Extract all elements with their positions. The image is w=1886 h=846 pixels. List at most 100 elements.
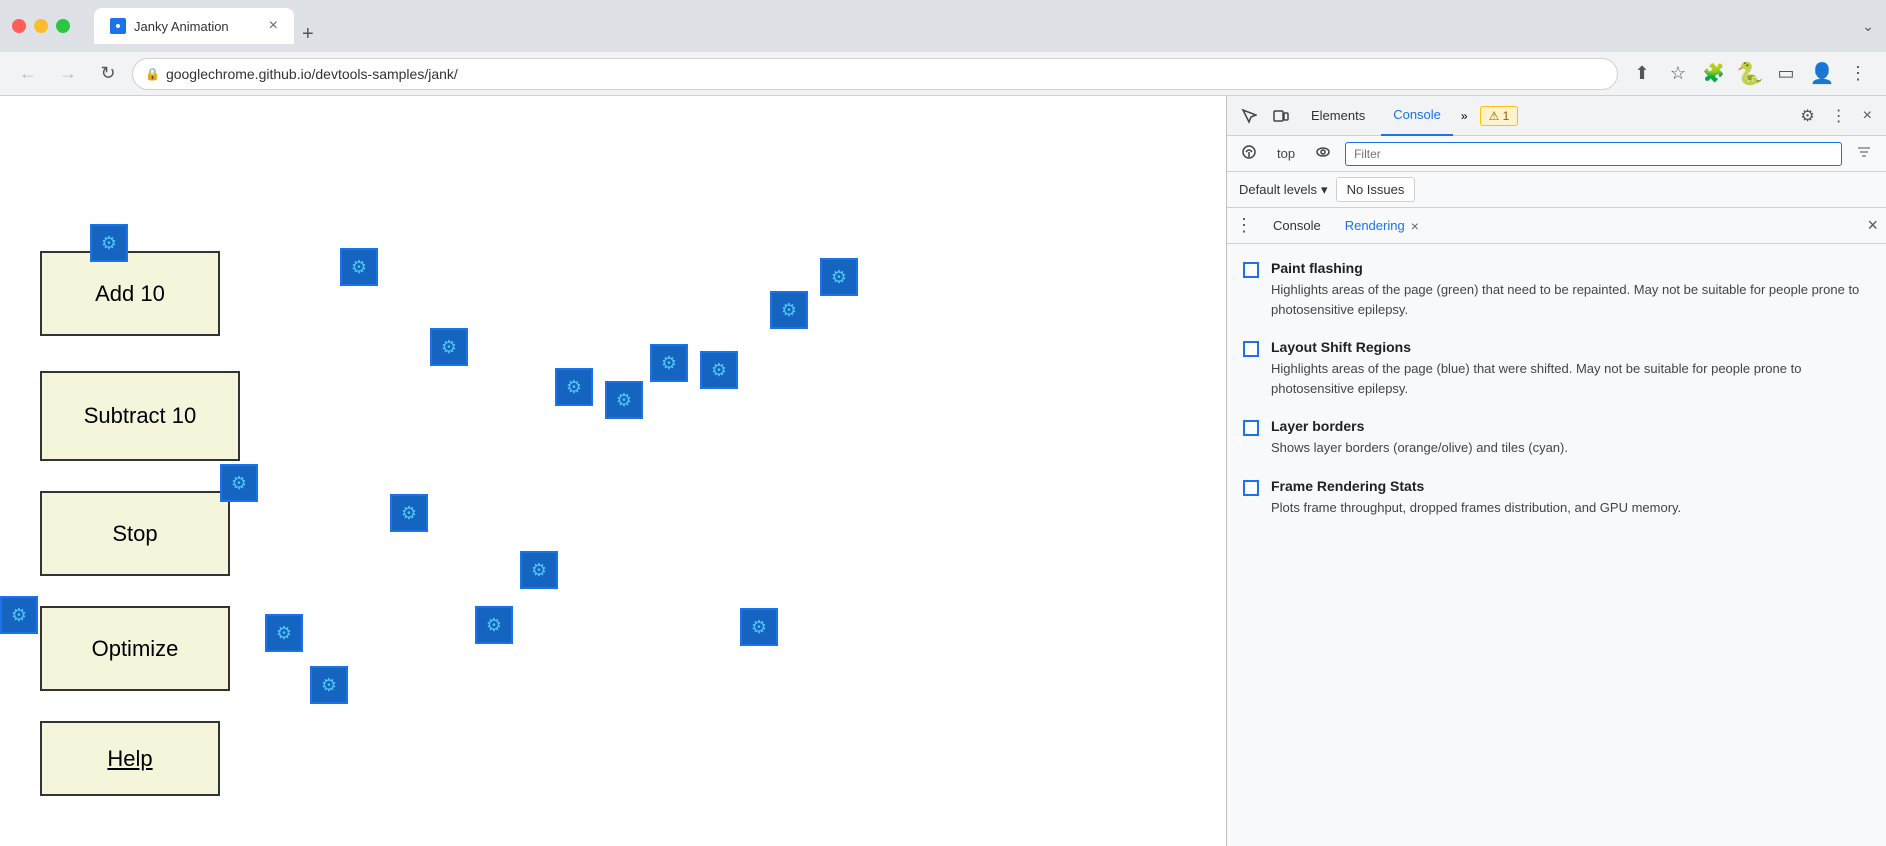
tab-rendering[interactable]: Rendering × (1333, 208, 1431, 244)
animated-box (265, 614, 303, 652)
main-area: Add 10 Subtract 10 Stop Optimize Help (0, 96, 1886, 846)
inspect-element-button[interactable] (1235, 104, 1263, 128)
rendering-tab-close-button[interactable]: × (1411, 218, 1419, 234)
close-devtools-button[interactable]: × (1857, 103, 1878, 129)
default-levels-button[interactable]: Default levels ▾ (1239, 182, 1328, 198)
animated-box (340, 248, 378, 286)
menu-button[interactable]: ⋮ (1842, 58, 1874, 90)
rendering-panel-close-button[interactable]: × (1867, 215, 1878, 236)
top-context-button[interactable]: top (1271, 144, 1301, 163)
frame-rendering-stats-checkbox[interactable] (1243, 480, 1259, 496)
filter-settings-button[interactable] (1850, 142, 1878, 165)
rendering-tabs-dots[interactable]: ⋮ (1235, 215, 1253, 236)
minimize-window-button[interactable] (34, 19, 48, 33)
animated-box (90, 224, 128, 262)
animated-box (700, 351, 738, 389)
layer-borders-title: Layer borders (1271, 418, 1568, 434)
url-text: googlechrome.github.io/devtools-samples/… (166, 66, 458, 82)
refresh-button[interactable]: ↻ (92, 58, 124, 90)
device-toolbar-button[interactable] (1267, 104, 1295, 128)
paint-flashing-desc: Highlights areas of the page (green) tha… (1271, 280, 1870, 319)
frame-rendering-stats-option: Frame Rendering Stats Plots frame throug… (1243, 478, 1870, 518)
frame-rendering-stats-content: Frame Rendering Stats Plots frame throug… (1271, 478, 1681, 518)
devtools-levels-bar: Default levels ▾ No Issues (1227, 172, 1886, 208)
rendering-tabs-bar: ⋮ Console Rendering × × (1227, 208, 1886, 244)
nav-bar: ← → ↻ 🔒 googlechrome.github.io/devtools-… (0, 52, 1886, 96)
address-bar[interactable]: 🔒 googlechrome.github.io/devtools-sample… (132, 58, 1618, 90)
tab-console-rendering[interactable]: Console (1261, 208, 1333, 244)
title-bar: Janky Animation × + ⌄ (0, 0, 1886, 52)
paint-flashing-title: Paint flashing (1271, 260, 1870, 276)
animated-box (520, 551, 558, 589)
layout-shift-regions-content: Layout Shift Regions Highlights areas of… (1271, 339, 1870, 398)
devtools-secondary-toolbar: top (1227, 136, 1886, 172)
layer-borders-desc: Shows layer borders (orange/olive) and t… (1271, 438, 1568, 458)
traffic-lights (12, 19, 70, 33)
eye-button[interactable] (1309, 142, 1337, 165)
nav-actions: ⬆ ☆ 🧩 🐍 ▭ 👤 ⋮ (1626, 58, 1874, 90)
layer-borders-option: Layer borders Shows layer borders (orang… (1243, 418, 1870, 458)
layout-shift-regions-header: Layout Shift Regions Highlights areas of… (1243, 339, 1870, 398)
devtools-toolbar: Elements Console » ⚠ 1 ⚙ ⋮ × (1227, 96, 1886, 136)
tabs-bar: Janky Animation × + (94, 8, 1854, 44)
layout-shift-regions-checkbox[interactable] (1243, 341, 1259, 357)
paint-flashing-header: Paint flashing Highlights areas of the p… (1243, 260, 1870, 319)
devtools-panel: Elements Console » ⚠ 1 ⚙ ⋮ × top (1226, 96, 1886, 846)
animated-box (475, 606, 513, 644)
layout-shift-regions-title: Layout Shift Regions (1271, 339, 1870, 355)
tab-title: Janky Animation (134, 19, 229, 34)
console-filter-input[interactable] (1345, 142, 1842, 166)
forward-button[interactable]: → (52, 58, 84, 90)
tab-favicon (110, 18, 126, 34)
frame-rendering-stats-header: Frame Rendering Stats Plots frame throug… (1243, 478, 1870, 518)
animated-box (740, 608, 778, 646)
maximize-window-button[interactable] (56, 19, 70, 33)
paint-flashing-checkbox[interactable] (1243, 262, 1259, 278)
page-content: Add 10 Subtract 10 Stop Optimize Help (0, 96, 1226, 846)
close-window-button[interactable] (12, 19, 26, 33)
animated-box (390, 494, 428, 532)
browser-dropdown-button[interactable]: ⌄ (1862, 18, 1874, 35)
layout-shift-regions-option: Layout Shift Regions Highlights areas of… (1243, 339, 1870, 398)
clear-console-button[interactable] (1235, 142, 1263, 165)
add-10-button[interactable]: Add 10 (40, 251, 220, 336)
layer-borders-header: Layer borders Shows layer borders (orang… (1243, 418, 1870, 458)
sidebar-toggle-button[interactable]: ▭ (1770, 58, 1802, 90)
user-button[interactable]: 👤 (1806, 58, 1838, 90)
more-options-button[interactable]: ⋮ (1825, 102, 1853, 130)
optimize-button[interactable]: Optimize (40, 606, 230, 691)
animated-box (605, 381, 643, 419)
frame-rendering-stats-title: Frame Rendering Stats (1271, 478, 1681, 494)
top-context-label: top (1277, 146, 1295, 161)
no-issues-button[interactable]: No Issues (1336, 177, 1416, 202)
animated-box (555, 368, 593, 406)
tab-console[interactable]: Console (1381, 96, 1453, 136)
layout-shift-regions-desc: Highlights areas of the page (blue) that… (1271, 359, 1870, 398)
animated-box (770, 291, 808, 329)
share-button[interactable]: ⬆ (1626, 58, 1658, 90)
more-tabs-button[interactable]: » (1461, 109, 1468, 123)
new-tab-button[interactable]: + (302, 24, 314, 44)
active-tab[interactable]: Janky Animation × (94, 8, 294, 44)
frame-rendering-stats-desc: Plots frame throughput, dropped frames d… (1271, 498, 1681, 518)
animated-box (0, 596, 38, 634)
tab-close-button[interactable]: × (269, 17, 278, 35)
animated-box (430, 328, 468, 366)
paint-flashing-content: Paint flashing Highlights areas of the p… (1271, 260, 1870, 319)
animated-box (820, 258, 858, 296)
layer-borders-checkbox[interactable] (1243, 420, 1259, 436)
tab-elements[interactable]: Elements (1299, 96, 1377, 136)
help-button[interactable]: Help (40, 721, 220, 796)
layer-borders-content: Layer borders Shows layer borders (orang… (1271, 418, 1568, 458)
animated-box (220, 464, 258, 502)
lock-icon: 🔒 (145, 67, 160, 81)
settings-button[interactable]: ⚙ (1794, 102, 1820, 130)
animated-box (650, 344, 688, 382)
stop-button[interactable]: Stop (40, 491, 230, 576)
back-button[interactable]: ← (12, 58, 44, 90)
warning-badge[interactable]: ⚠ 1 (1480, 106, 1519, 126)
bookmark-button[interactable]: ☆ (1662, 58, 1694, 90)
extensions-button[interactable]: 🧩 (1698, 58, 1730, 90)
profile-button[interactable]: 🐍 (1734, 58, 1766, 90)
subtract-10-button[interactable]: Subtract 10 (40, 371, 240, 461)
